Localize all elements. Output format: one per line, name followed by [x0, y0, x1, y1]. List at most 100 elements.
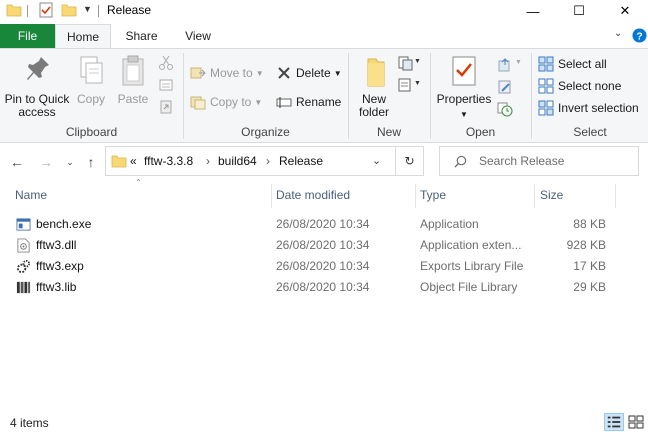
dropdown-arrow-icon: ▼ [414, 58, 421, 65]
rename-button[interactable]: Rename [276, 92, 341, 112]
column-separator[interactable] [271, 184, 272, 208]
table-row[interactable]: bench.exe 26/08/2020 10:34 Application 8… [15, 214, 615, 235]
delete-icon [278, 67, 290, 79]
breadcrumb-overflow[interactable]: « [130, 154, 137, 168]
select-none-button[interactable]: Select none [538, 76, 621, 96]
up-button[interactable]: ↑ [82, 153, 100, 171]
column-header-name[interactable]: Name [15, 188, 47, 202]
rename-icon [276, 97, 292, 108]
new-folder-icon [367, 58, 385, 87]
copy-label: Copy [76, 92, 105, 106]
rename-label: Rename [296, 95, 342, 109]
history-icon[interactable] [497, 101, 513, 117]
close-button[interactable]: ✕ [602, 0, 648, 22]
table-row[interactable]: fftw3.lib 26/08/2020 10:34 Object File L… [15, 277, 615, 298]
column-header-size[interactable]: Size [540, 188, 563, 202]
address-bar[interactable]: « fftw-3.3.8 › build64 › Release ⌄ [105, 146, 396, 176]
select-all-button[interactable]: Select all [538, 54, 607, 74]
file-name: bench.exe [36, 217, 92, 231]
close-icon: ✕ [619, 3, 631, 18]
pin-to-quick-access-button[interactable]: Pin to Quick access [2, 53, 72, 119]
copy-to-button[interactable]: Copy to ▼ [190, 92, 262, 112]
edit-icon[interactable] [497, 79, 513, 95]
invert-selection-button[interactable]: Invert selection [538, 98, 639, 118]
folder-icon [111, 155, 127, 168]
paste-button[interactable]: Paste [114, 53, 152, 106]
easy-access-icon[interactable] [397, 77, 413, 93]
pin-label: Pin to Quick access [4, 92, 70, 119]
tab-share[interactable]: Share [113, 24, 170, 48]
status-item-count: 4 items [10, 416, 49, 430]
column-separator[interactable] [534, 184, 535, 208]
refresh-button[interactable]: ↻ [396, 146, 424, 176]
large-icons-view-icon[interactable] [626, 413, 646, 431]
properties-button[interactable]: Properties ▼ [435, 53, 493, 121]
dropdown-arrow-icon: ▼ [515, 59, 522, 66]
dropdown-arrow-icon: ▼ [255, 68, 264, 78]
ribbon: Pin to Quick access Copy Paste Clipboard… [0, 48, 648, 143]
paste-shortcut-icon[interactable] [158, 99, 174, 115]
minimize-button[interactable]: — [510, 0, 556, 22]
help-icon[interactable]: ? [632, 28, 647, 43]
tab-view[interactable]: View [170, 24, 226, 48]
minimize-icon: — [526, 3, 540, 19]
recent-locations-button[interactable]: ⌄ [61, 153, 79, 171]
delete-button[interactable]: Delete ▼ [276, 63, 342, 83]
breadcrumb-separator-icon[interactable]: › [266, 154, 270, 168]
copy-to-label: Copy to [210, 95, 252, 109]
file-name: fftw3.lib [36, 280, 77, 294]
file-name: fftw3.dll [36, 238, 77, 252]
new-folder-icon[interactable] [61, 2, 77, 18]
column-header-type[interactable]: Type [420, 188, 446, 202]
open-icon[interactable] [497, 57, 513, 73]
table-row[interactable]: fftw3.exp 26/08/2020 10:34 Exports Libra… [15, 256, 615, 277]
sort-ascending-icon: ⌃ [135, 178, 142, 187]
search-box[interactable]: Search Release [439, 146, 639, 176]
file-size: 88 KB [573, 217, 606, 231]
back-button[interactable]: ← [8, 153, 26, 171]
paste-icon [122, 55, 144, 86]
chevron-down-icon[interactable]: ⌄ [372, 154, 381, 167]
breadcrumb-item[interactable]: build64 [218, 154, 257, 168]
select-all-label: Select all [558, 57, 607, 71]
file-type: Application [420, 217, 479, 231]
column-separator[interactable] [615, 184, 616, 208]
details-view-icon[interactable] [604, 413, 624, 431]
expand-ribbon-icon[interactable]: ⌄ [614, 28, 622, 44]
title-bar: ▼ Release — ☐ ✕ [0, 0, 648, 22]
file-type: Exports Library File [420, 259, 524, 273]
forward-button[interactable]: → [37, 153, 55, 171]
column-header-date[interactable]: Date modified [276, 188, 350, 202]
folder-icon [6, 4, 22, 17]
paste-label: Paste [117, 92, 149, 106]
exp-icon [16, 260, 30, 274]
breadcrumb-item[interactable]: fftw-3.3.8 [144, 154, 193, 168]
clipboard-group: Pin to Quick access Copy Paste Clipboard [0, 49, 183, 142]
copy-path-icon[interactable] [158, 77, 174, 93]
customize-toolbar-icon[interactable]: ▼ [83, 4, 92, 14]
breadcrumb-item[interactable]: Release [279, 154, 323, 168]
tab-file[interactable]: File [0, 24, 55, 48]
move-to-button[interactable]: Move to ▼ [190, 63, 264, 83]
column-separator[interactable] [415, 184, 416, 208]
quick-access-separator [27, 5, 28, 17]
delete-label: Delete [296, 66, 331, 80]
lib-icon [16, 281, 31, 294]
copy-button[interactable]: Copy [74, 53, 108, 106]
new-folder-button[interactable]: New folder [353, 53, 395, 119]
maximize-button[interactable]: ☐ [556, 0, 602, 22]
select-none-label: Select none [558, 79, 622, 93]
properties-check-icon[interactable] [38, 2, 54, 18]
window-title: Release [107, 3, 152, 17]
copy-to-icon [190, 96, 206, 110]
table-row[interactable]: fftw3.dll 26/08/2020 10:34 Application e… [15, 235, 615, 256]
breadcrumb-separator-icon[interactable]: › [206, 154, 210, 168]
organize-group: Move to ▼ Copy to ▼ Delete ▼ Rename Orga… [184, 49, 347, 142]
tab-home[interactable]: Home [55, 24, 111, 49]
organize-group-label: Organize [241, 125, 290, 139]
cut-icon[interactable] [158, 55, 174, 71]
back-arrow-icon: ← [10, 154, 24, 170]
open-group: Properties ▼ ▼ Open [431, 49, 530, 142]
new-item-icon[interactable] [397, 55, 413, 71]
invert-selection-label: Invert selection [558, 101, 639, 115]
